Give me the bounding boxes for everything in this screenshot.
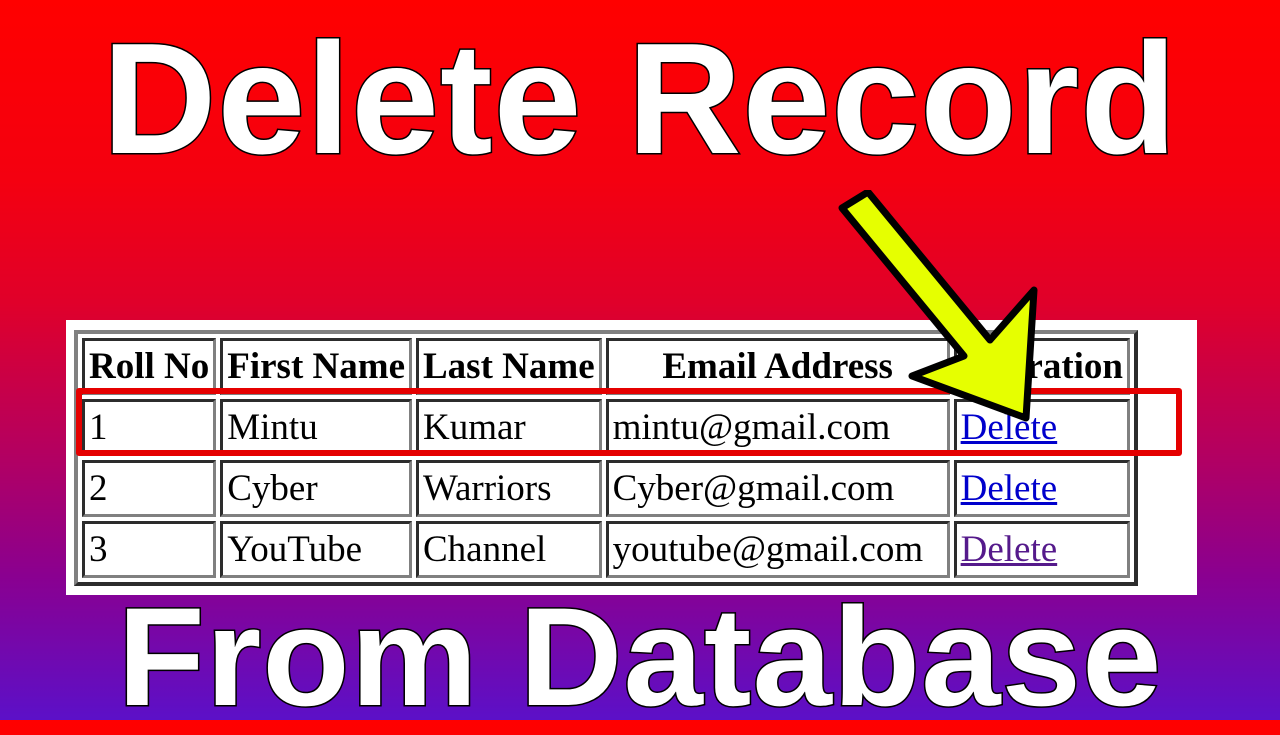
cell-operation: Delete [953, 460, 1131, 517]
cell-roll-no: 3 [82, 521, 217, 578]
header-operation: Operation [953, 338, 1131, 395]
thumbnail-title-top: Delete Record [101, 11, 1179, 187]
header-first-name: First Name [220, 338, 412, 395]
table-row: 1 Mintu Kumar mintu@gmail.com Delete [82, 399, 1131, 456]
table-header-row: Roll No First Name Last Name Email Addre… [82, 338, 1131, 395]
records-table: Roll No First Name Last Name Email Addre… [74, 330, 1139, 586]
delete-link[interactable]: Delete [961, 468, 1058, 509]
cell-roll-no: 2 [82, 460, 217, 517]
table-row: 2 Cyber Warriors Cyber@gmail.com Delete [82, 460, 1131, 517]
cell-first-name: Mintu [220, 399, 412, 456]
thumbnail-title-bottom: From Database [116, 578, 1163, 735]
header-roll-no: Roll No [82, 338, 217, 395]
cell-operation: Delete [953, 399, 1131, 456]
header-last-name: Last Name [416, 338, 602, 395]
delete-link[interactable]: Delete [961, 529, 1058, 570]
cell-last-name: Warriors [416, 460, 602, 517]
cell-operation: Delete [953, 521, 1131, 578]
cell-last-name: Kumar [416, 399, 602, 456]
header-email-address: Email Address [605, 338, 950, 395]
cell-last-name: Channel [416, 521, 602, 578]
cell-first-name: Cyber [220, 460, 412, 517]
cell-email: mintu@gmail.com [605, 399, 950, 456]
table-panel: Roll No First Name Last Name Email Addre… [66, 320, 1197, 595]
table-row: 3 YouTube Channel youtube@gmail.com Dele… [82, 521, 1131, 578]
cell-email: youtube@gmail.com [605, 521, 950, 578]
cell-roll-no: 1 [82, 399, 217, 456]
cell-first-name: YouTube [220, 521, 412, 578]
delete-link[interactable]: Delete [961, 407, 1058, 448]
cell-email: Cyber@gmail.com [605, 460, 950, 517]
